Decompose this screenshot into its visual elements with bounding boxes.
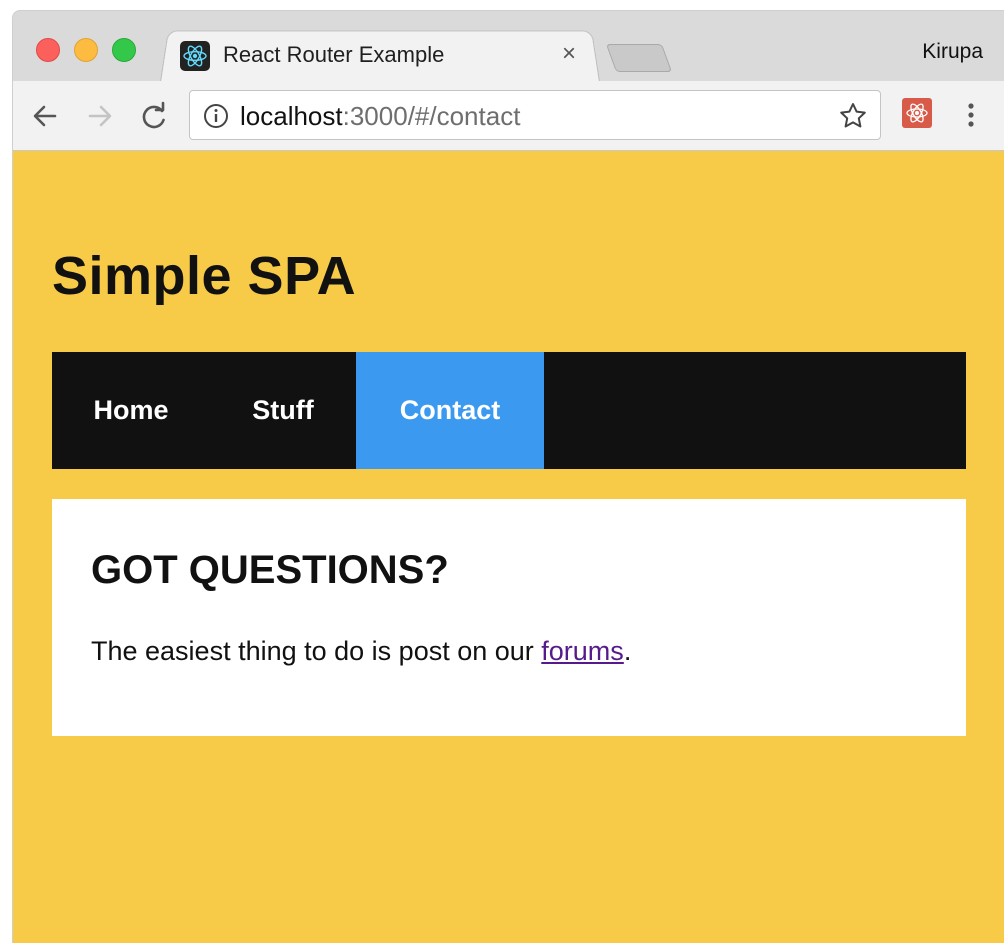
- site-title: Simple SPA: [52, 246, 357, 306]
- content-heading: GOT QUESTIONS?: [91, 548, 449, 592]
- content-text: The easiest thing to do is post on our f…: [91, 635, 631, 667]
- star-icon[interactable]: [838, 101, 868, 131]
- nav-item-home[interactable]: Home: [52, 352, 210, 469]
- forums-link[interactable]: forums: [541, 636, 624, 666]
- react-extension-icon[interactable]: [902, 98, 932, 128]
- browser-window: React Router Example × Kirupa localhost:…: [12, 10, 1004, 943]
- nav-item-contact[interactable]: Contact: [356, 352, 544, 469]
- new-tab-button[interactable]: [605, 44, 673, 72]
- main-nav: Home Stuff Contact: [52, 352, 966, 469]
- close-window-button[interactable]: [36, 38, 60, 62]
- url-host: localhost: [240, 101, 343, 131]
- zoom-window-button[interactable]: [112, 38, 136, 62]
- address-bar[interactable]: localhost:3000/#/contact: [189, 90, 881, 140]
- forward-arrow-icon[interactable]: [83, 99, 117, 133]
- browser-toolbar: localhost:3000/#/contact: [13, 81, 1004, 151]
- react-logo-icon: [180, 41, 210, 71]
- content-text-before: The easiest thing to do is post on our: [91, 636, 542, 666]
- url-path: :3000/#/contact: [342, 101, 521, 131]
- page-viewport: Simple SPA Home Stuff Contact GOT QUESTI…: [13, 152, 1004, 943]
- content-text-after: .: [623, 636, 632, 666]
- nav-item-stuff[interactable]: Stuff: [210, 352, 356, 469]
- content-panel: GOT QUESTIONS? The easiest thing to do i…: [52, 499, 966, 736]
- reload-icon[interactable]: [137, 99, 171, 133]
- tab-react-router-example[interactable]: React Router Example ×: [160, 28, 600, 82]
- kebab-menu-icon[interactable]: [959, 98, 983, 132]
- back-arrow-icon[interactable]: [28, 99, 62, 133]
- url-text: localhost:3000/#/contact: [240, 101, 520, 131]
- minimize-window-button[interactable]: [74, 38, 98, 62]
- profile-name[interactable]: Kirupa: [922, 39, 983, 65]
- tab-strip: React Router Example × Kirupa: [13, 11, 1004, 82]
- tab-close-icon[interactable]: ×: [557, 39, 581, 69]
- info-icon[interactable]: [203, 103, 229, 129]
- tab-title: React Router Example: [223, 42, 445, 67]
